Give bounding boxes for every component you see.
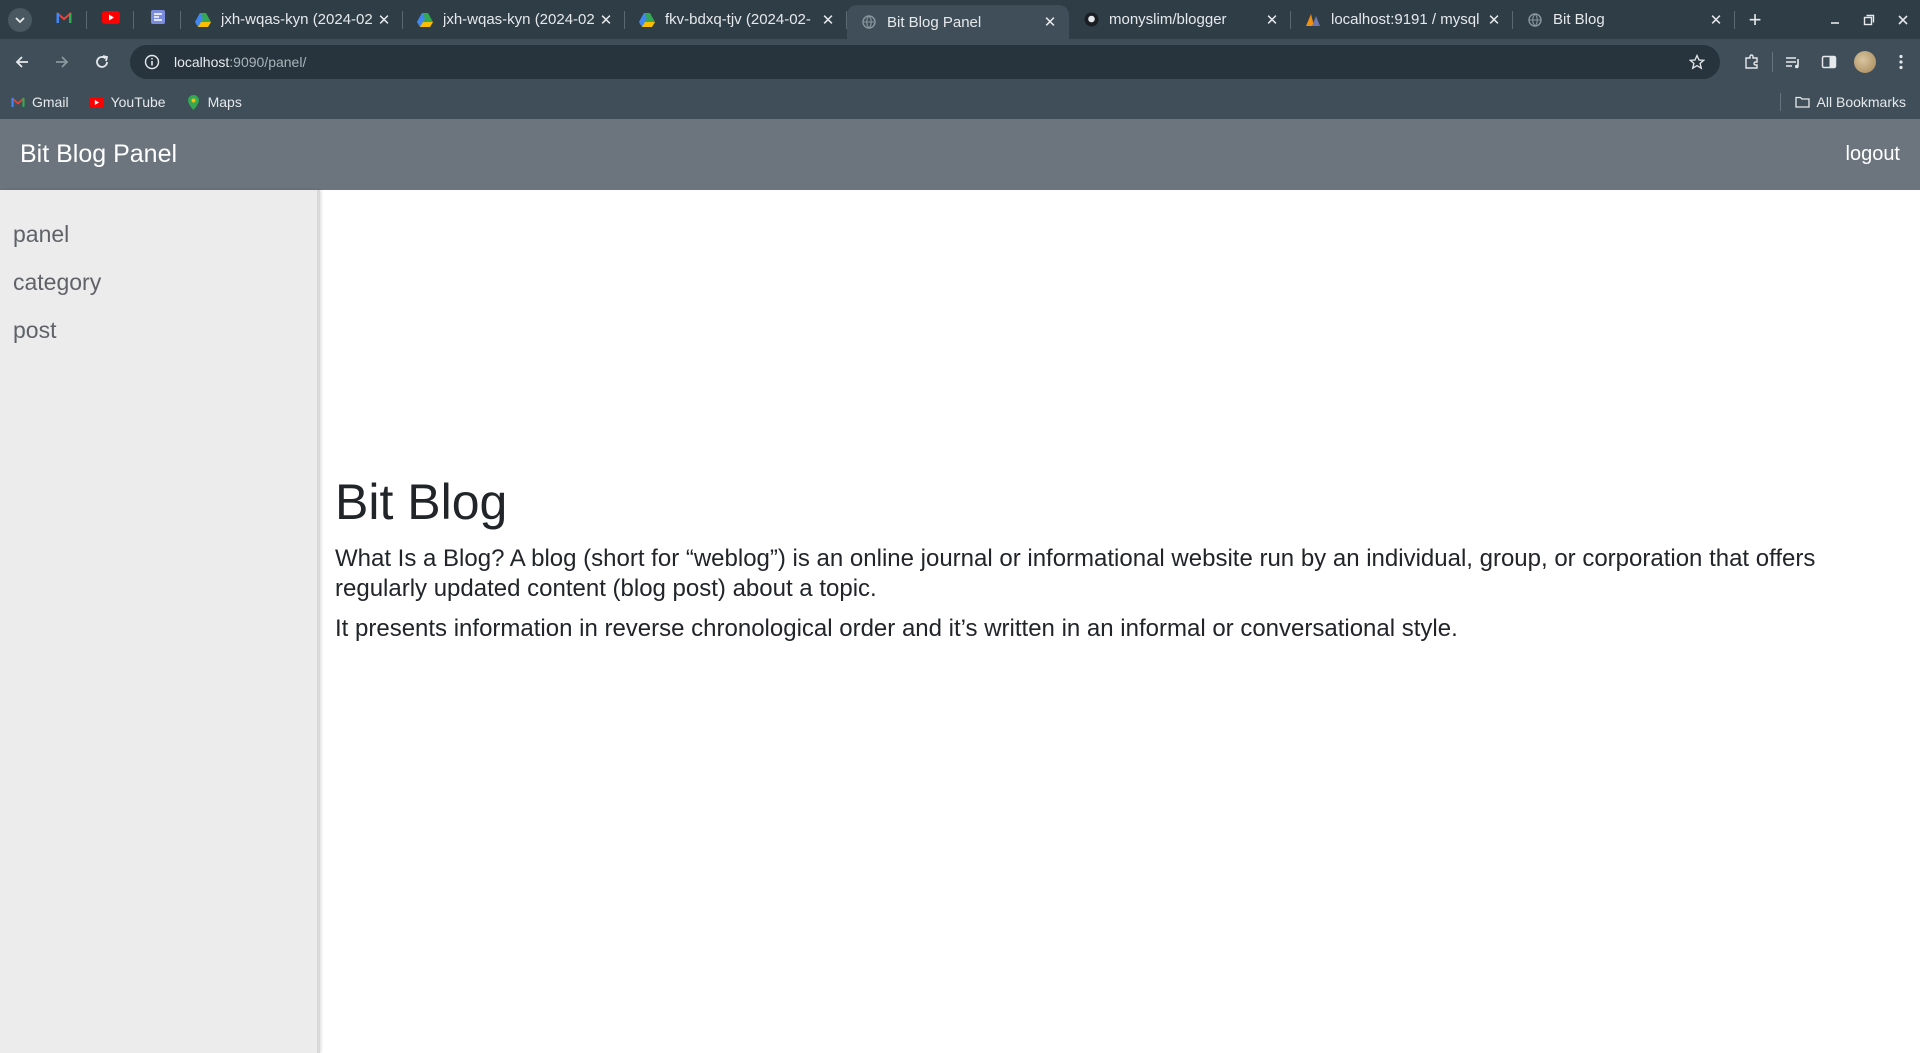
calculator-icon <box>150 9 166 30</box>
tab-bit-blog-panel[interactable]: Bit Blog Panel ✕ <box>847 5 1069 39</box>
sidebar-item-panel[interactable]: panel <box>0 214 317 262</box>
more-vert-icon <box>1899 54 1903 70</box>
bookmark-maps[interactable]: Maps <box>186 94 242 110</box>
plus-icon: + <box>1748 6 1762 32</box>
arrow-left-icon <box>15 56 28 68</box>
tab-drive-2[interactable]: jxh-wqas-kyn (2024-02 ✕ <box>403 0 625 39</box>
gmail-icon <box>10 94 26 110</box>
tab-drive-3[interactable]: fkv-bdxq-tjv (2024-02- ✕ <box>625 0 847 39</box>
github-icon <box>1083 12 1099 28</box>
intro-paragraph: What Is a Blog? A blog (short for “weblo… <box>335 545 1816 602</box>
url-host: localhost <box>174 54 230 70</box>
close-icon[interactable]: ✕ <box>1041 13 1059 31</box>
pinned-tab-youtube[interactable] <box>87 0 134 39</box>
side-panel-icon <box>1821 55 1837 69</box>
chevron-down-icon <box>8 7 32 32</box>
minimize-button[interactable] <box>1818 0 1852 39</box>
toolbar-actions <box>1734 44 1919 80</box>
globe-icon <box>1527 12 1543 28</box>
logout-link[interactable]: logout <box>1846 143 1901 166</box>
site-navbar: Bit Blog Panel logout <box>0 119 1920 190</box>
tab-title: Bit Blog <box>1553 11 1605 28</box>
back-button[interactable] <box>4 44 40 80</box>
profile-button[interactable] <box>1847 44 1883 80</box>
arrow-right-icon <box>56 56 69 68</box>
phpmyadmin-icon <box>1305 12 1321 28</box>
close-icon <box>1898 14 1908 25</box>
music-queue-icon <box>1786 57 1799 69</box>
browser-toolbar: localhost:9090/panel/ <box>0 39 1920 85</box>
navbar-brand[interactable]: Bit Blog Panel <box>20 140 177 169</box>
page-title: Bit Blog <box>335 474 508 530</box>
pinned-tab-calc[interactable] <box>134 0 181 39</box>
tab-title: jxh-wqas-kyn (2024-02 <box>443 11 595 28</box>
url-text: localhost:9090/panel/ <box>174 54 1686 70</box>
close-icon[interactable]: ✕ <box>1263 11 1281 29</box>
description-paragraph: It presents information in reverse chron… <box>335 615 1458 642</box>
tab-phpmyadmin[interactable]: localhost:9191 / mysql ✕ <box>1291 0 1513 39</box>
close-icon[interactable]: ✕ <box>597 11 615 29</box>
tab-title: jxh-wqas-kyn (2024-02 <box>221 11 373 28</box>
url-path: :9090/panel/ <box>229 54 307 70</box>
folder-icon <box>1794 94 1811 110</box>
bookmark-youtube[interactable]: YouTube <box>89 94 166 110</box>
sidebar: panel category post <box>0 190 320 1053</box>
window-controls <box>1818 0 1920 39</box>
tab-title: localhost:9191 / mysql <box>1331 11 1480 28</box>
google-drive-icon <box>417 12 433 28</box>
bookmarks-bar: Gmail YouTube Maps All Bookmarks <box>0 85 1920 119</box>
close-icon[interactable]: ✕ <box>375 11 393 29</box>
tab-title: monyslim/blogger <box>1109 11 1227 28</box>
web-page: Bit Blog Panel logout panel category pos… <box>0 119 1920 1053</box>
new-tab-button[interactable]: + <box>1735 0 1775 39</box>
side-panel-button[interactable] <box>1811 44 1847 80</box>
all-bookmarks-button[interactable]: All Bookmarks <box>1779 93 1906 111</box>
close-icon[interactable]: ✕ <box>819 11 837 29</box>
tab-search-button[interactable] <box>0 0 40 39</box>
bookmark-label: Maps <box>207 94 242 110</box>
minimize-icon <box>1831 21 1839 24</box>
reload-icon <box>96 55 109 68</box>
browser-tab-strip: jxh-wqas-kyn (2024-02 ✕ jxh-wqas-kyn (20… <box>0 0 1920 39</box>
close-window-button[interactable] <box>1886 0 1920 39</box>
pinned-tab-gmail[interactable] <box>40 0 87 39</box>
toolbar-divider <box>1772 52 1773 72</box>
tab-title: Bit Blog Panel <box>887 13 982 31</box>
sidebar-item-post[interactable]: post <box>0 310 317 358</box>
youtube-icon <box>89 94 105 110</box>
extensions-button[interactable] <box>1734 44 1770 80</box>
tab-bit-blog[interactable]: Bit Blog ✕ <box>1513 0 1735 39</box>
tab-github[interactable]: monyslim/blogger ✕ <box>1069 0 1291 39</box>
avatar <box>1854 51 1876 73</box>
all-bookmarks-label: All Bookmarks <box>1816 94 1906 110</box>
tab-drive-1[interactable]: jxh-wqas-kyn (2024-02 ✕ <box>181 0 403 39</box>
gmail-icon <box>55 11 72 29</box>
youtube-icon <box>101 10 120 29</box>
globe-icon <box>861 14 877 30</box>
sidebar-item-category[interactable]: category <box>0 262 317 310</box>
close-icon[interactable]: ✕ <box>1485 11 1503 29</box>
media-controls-button[interactable] <box>1775 44 1811 80</box>
puzzle-icon <box>1745 54 1758 69</box>
restore-icon <box>1863 14 1875 25</box>
address-bar[interactable]: localhost:9090/panel/ <box>130 45 1720 79</box>
bookmark-label: Gmail <box>32 94 69 110</box>
bookmarks-divider <box>1779 93 1781 111</box>
bookmark-star-icon[interactable] <box>1686 51 1708 73</box>
menu-button[interactable] <box>1883 44 1919 80</box>
restore-button[interactable] <box>1852 0 1886 39</box>
google-drive-icon <box>195 12 211 28</box>
maps-icon <box>186 94 202 110</box>
close-icon[interactable]: ✕ <box>1707 11 1725 29</box>
tab-title: fkv-bdxq-tjv (2024-02- <box>665 11 811 28</box>
forward-button[interactable] <box>44 44 80 80</box>
main-content: Bit Blog What Is a Blog? A blog (short f… <box>335 475 1905 654</box>
bookmark-label: YouTube <box>110 94 166 110</box>
bookmark-gmail[interactable]: Gmail <box>10 94 69 110</box>
site-info-icon[interactable] <box>142 52 162 72</box>
reload-button[interactable] <box>84 44 120 80</box>
google-drive-icon <box>639 12 655 28</box>
